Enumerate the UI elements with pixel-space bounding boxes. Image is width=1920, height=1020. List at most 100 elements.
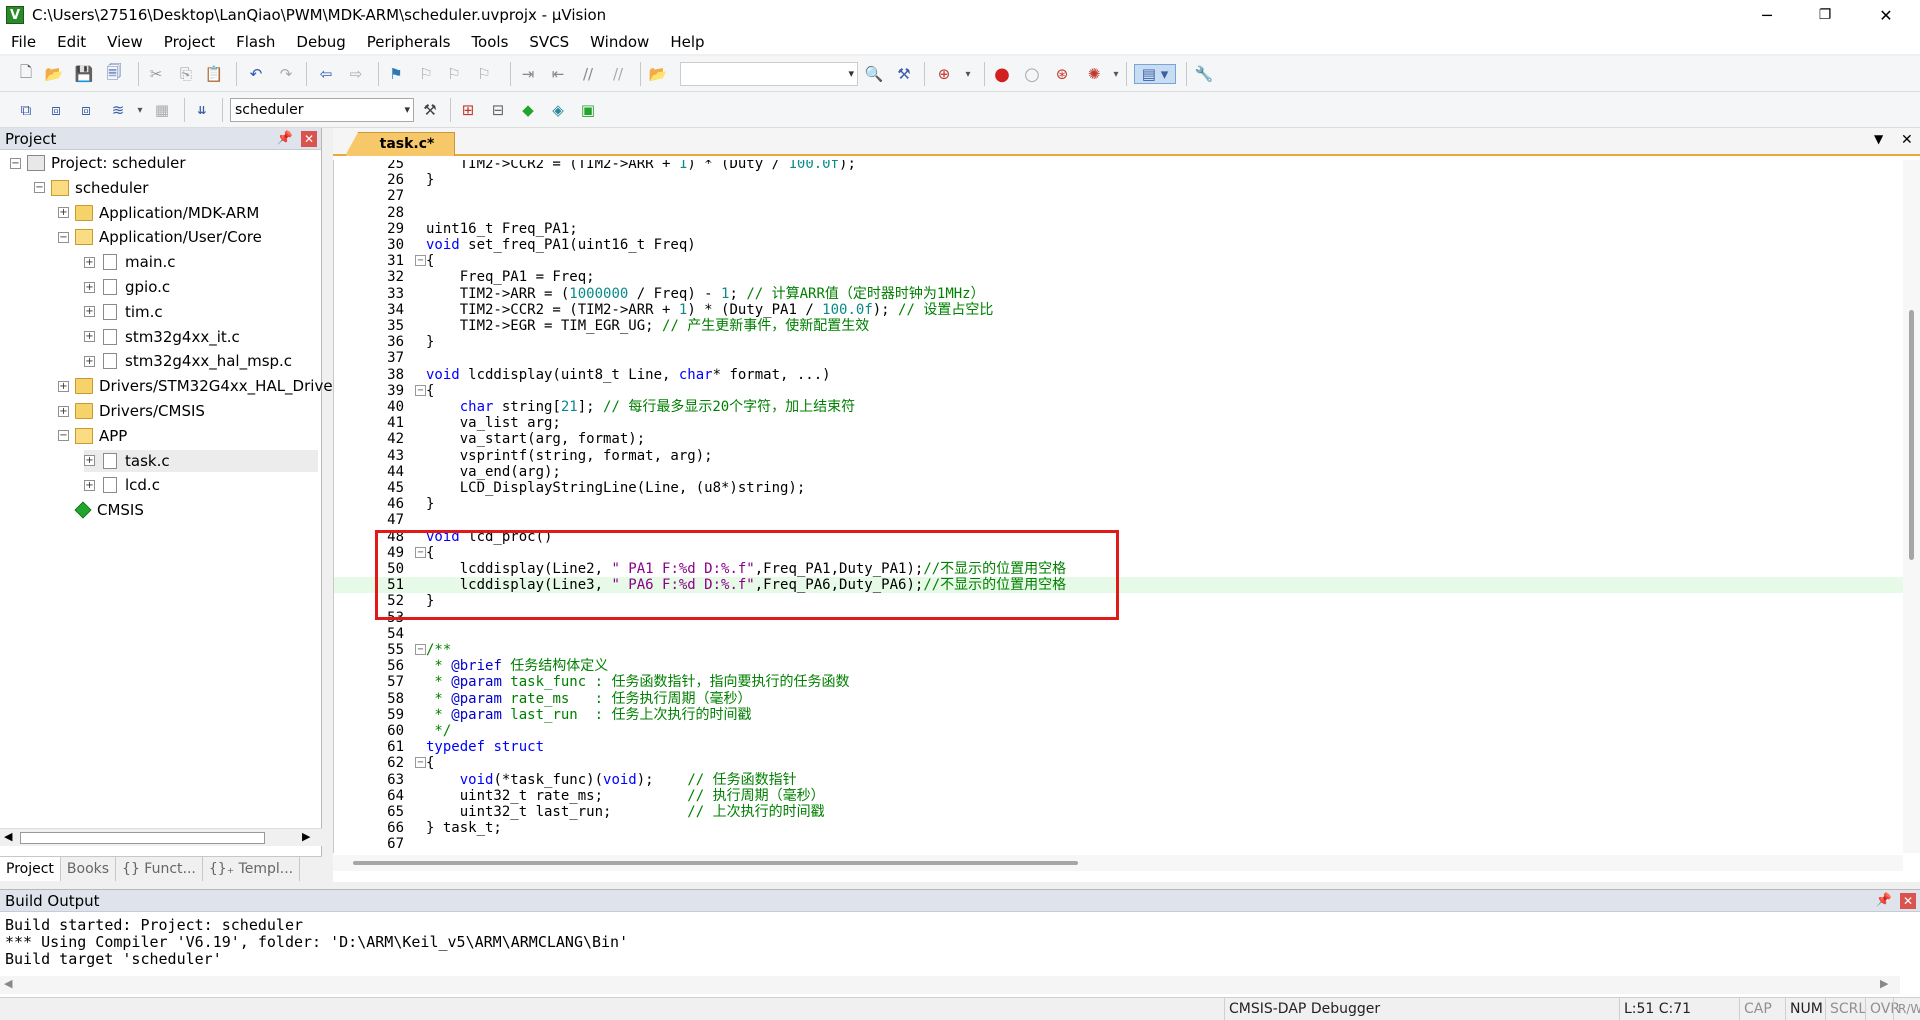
tree-item[interactable]: + task.c (84, 449, 318, 472)
stop-build-icon[interactable]: ▦ (152, 100, 172, 120)
menu-file[interactable]: File (0, 30, 46, 54)
expand-icon[interactable]: + (58, 207, 69, 219)
fold-toggle-icon[interactable]: − (415, 546, 426, 558)
code-line[interactable]: 47 (334, 512, 1903, 528)
tab-task-c[interactable]: task.c* (345, 132, 455, 156)
collapse-icon[interactable]: − (58, 430, 69, 442)
kill-breakpoints-icon[interactable]: ✺ (1084, 64, 1104, 84)
menu-flash[interactable]: Flash (225, 30, 285, 54)
code-line[interactable]: 45 LCD_DisplayStringLine(Line, (u8*)stri… (334, 480, 1903, 496)
scrollbar-thumb[interactable] (353, 861, 1078, 865)
tree-item[interactable]: + Application/MDK-ARM (58, 202, 259, 224)
copy-icon[interactable]: ⎘ (176, 64, 196, 84)
panel-tab-1[interactable]: Books (61, 857, 117, 881)
tab-list-dropdown-icon[interactable]: ▼ (1874, 132, 1883, 146)
tree-item[interactable]: − APP (58, 425, 127, 447)
tree-item[interactable]: − scheduler (34, 177, 148, 199)
code-line[interactable]: 34 TIM2->CCR2 = (TIM2->ARR + 1) * (Duty_… (334, 302, 1903, 318)
menu-peripherals[interactable]: Peripherals (356, 30, 461, 54)
code-line[interactable]: 60 */ (334, 723, 1903, 739)
find-icon[interactable]: 🔍 (864, 64, 884, 84)
expand-icon[interactable]: + (58, 380, 69, 392)
expand-icon[interactable]: + (84, 355, 95, 367)
code-line[interactable]: 66} task_t; (334, 820, 1903, 836)
close-panel-icon[interactable]: ✕ (301, 131, 317, 147)
code-line[interactable]: 38 void lcddisplay(uint8_t Line, char* fo… (334, 367, 1903, 383)
code-line[interactable]: 62−{ (334, 755, 1903, 771)
code-line[interactable]: 58 * @param rate_ms : 任务执行周期（毫秒） (334, 691, 1903, 707)
code-line[interactable]: 54 (334, 626, 1903, 642)
redo-icon[interactable]: ↷ (276, 64, 296, 84)
code-line[interactable]: 33 TIM2->ARR = (1000000 / Freq) - 1; // … (334, 286, 1903, 302)
indent-icon[interactable]: ⇥ (518, 64, 538, 84)
code-line[interactable]: 59 * @param last_run : 任务上次执行的时间戳 (334, 707, 1903, 723)
menu-debug[interactable]: Debug (285, 30, 355, 54)
code-line[interactable]: 63 void(*task_func)(void); // 任务函数指针 (334, 772, 1903, 788)
code-editor[interactable]: 25 TIM2->CCR2 = (TIM2->ARR + 1) * (Duty … (333, 160, 1903, 853)
code-line[interactable]: 40 char string[21]; // 每行最多显示20个字符，加上结束符 (334, 399, 1903, 415)
expand-icon[interactable]: + (84, 281, 95, 293)
menu-svcs[interactable]: SVCS (518, 30, 579, 54)
code-line[interactable]: 25 TIM2->CCR2 = (TIM2->ARR + 1) * (Duty … (334, 160, 1903, 172)
file-extensions-icon[interactable]: ⊞ (458, 100, 478, 120)
menu-view[interactable]: View (96, 30, 153, 54)
panel-tab-3[interactable]: {}₊ Templ... (203, 857, 301, 881)
collapse-icon[interactable]: − (34, 182, 45, 194)
rte-icon[interactable]: ◆ (518, 100, 538, 120)
menu-help[interactable]: Help (659, 30, 714, 54)
panel-tab-0[interactable]: Project (0, 857, 61, 881)
code-line[interactable]: 29 uint16_t Freq_PA1; (334, 221, 1903, 237)
close-panel-icon[interactable]: ✕ (1900, 893, 1916, 909)
cut-icon[interactable]: ✂ (146, 64, 166, 84)
expand-icon[interactable]: + (84, 306, 95, 318)
find-in-files-icon[interactable]: 📂 (648, 64, 668, 84)
navigate-forward-icon[interactable]: ⇨ (346, 64, 366, 84)
expand-icon[interactable]: + (58, 405, 69, 417)
code-line[interactable]: 46} (334, 496, 1903, 512)
window-layout-icon[interactable]: ▤ ▾ (1134, 64, 1176, 84)
expand-icon[interactable]: + (84, 256, 95, 268)
code-line[interactable]: 61 typedef struct (334, 739, 1903, 755)
menu-project[interactable]: Project (153, 30, 225, 54)
navigate-back-icon[interactable]: ⇦ (316, 64, 336, 84)
target-options-icon[interactable]: ⚒ (420, 100, 440, 120)
scroll-right-icon[interactable]: ▶ (302, 830, 310, 843)
build-horizontal-scrollbar[interactable]: ◀ ▶ (0, 976, 1900, 994)
menu-edit[interactable]: Edit (46, 30, 96, 54)
fold-toggle-icon[interactable]: − (415, 644, 426, 655)
pin-icon[interactable]: 📌 (1876, 890, 1892, 912)
comment-icon[interactable]: // (578, 64, 598, 84)
close-tab-icon[interactable]: ✕ (1901, 132, 1913, 148)
code-line[interactable]: 48 void lcd_proc() (334, 529, 1903, 545)
code-line[interactable]: 53 (334, 610, 1903, 626)
code-line[interactable]: 64 uint32_t rate_ms; // 执行周期（毫秒） (334, 788, 1903, 804)
tree-item[interactable]: + stm32g4xx_hal_msp.c (84, 350, 292, 372)
manage-components-icon[interactable]: ⊟ (488, 100, 508, 120)
open-file-icon[interactable]: 📂 (44, 64, 64, 84)
debug-dropdown-icon[interactable]: ▾ (958, 64, 978, 84)
scroll-left-icon[interactable]: ◀ (4, 977, 12, 990)
tree-item[interactable]: + Drivers/CMSIS (58, 400, 205, 422)
code-line[interactable]: 32 Freq_PA1 = Freq; (334, 269, 1903, 285)
collapse-icon[interactable]: − (10, 157, 21, 169)
code-line[interactable]: 30 void set_freq_PA1(uint16_t Freq) (334, 237, 1903, 253)
menu-window[interactable]: Window (579, 30, 659, 54)
scrollbar-thumb[interactable] (20, 832, 265, 844)
fold-toggle-icon[interactable]: − (415, 384, 426, 396)
project-horizontal-scrollbar[interactable]: ◀ ▶ (0, 828, 322, 846)
code-line[interactable]: 57 * @param task_func : 任务函数指针，指向要执行的任务函… (334, 674, 1903, 690)
code-line[interactable]: 56 * @brief 任务结构体定义 (334, 658, 1903, 674)
code-line[interactable]: 37 (334, 350, 1903, 366)
collapse-icon[interactable]: − (58, 231, 69, 243)
tree-item[interactable]: + lcd.c (84, 474, 160, 496)
scroll-left-icon[interactable]: ◀ (4, 830, 12, 843)
tree-item[interactable]: + gpio.c (84, 276, 170, 298)
incremental-find-icon[interactable]: ⚒ (894, 64, 914, 84)
disable-breakpoints-icon[interactable]: ⊛ (1052, 64, 1072, 84)
pin-icon[interactable]: 📌 (277, 128, 293, 150)
scroll-right-icon[interactable]: ▶ (1880, 977, 1888, 990)
select-software-packs-icon[interactable]: ▣ (578, 100, 598, 120)
editor-horizontal-scrollbar[interactable] (333, 855, 1903, 871)
pack-installer-icon[interactable]: ◈ (548, 100, 568, 120)
expand-icon[interactable]: + (84, 479, 95, 491)
